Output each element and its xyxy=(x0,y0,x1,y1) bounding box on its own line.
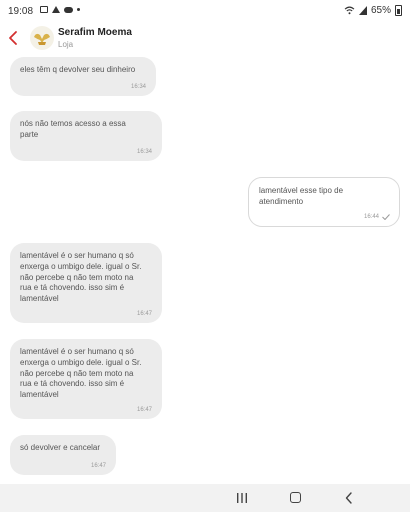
message-text: lamentável é o ser humano q só enxerga o… xyxy=(20,347,142,400)
message-text: nós não temos acesso a essa parte xyxy=(20,119,126,139)
wifi-icon xyxy=(344,6,355,15)
chat-header: Serafim Moema Loja xyxy=(0,24,410,54)
store-logo-icon xyxy=(34,33,50,45)
status-time: 19:08 xyxy=(8,6,34,17)
more-notifications-icon xyxy=(77,8,80,11)
check-icon xyxy=(382,214,390,220)
message-text: lamentável é o ser humano q só enxerga o… xyxy=(20,251,142,304)
message-bubble[interactable]: lamentável é o ser humano q só enxerga o… xyxy=(10,243,162,323)
home-icon[interactable] xyxy=(290,492,301,503)
message-time: 16:47 xyxy=(136,406,152,413)
status-right: 65% xyxy=(344,5,402,16)
message-time: 16:34 xyxy=(136,148,152,155)
message-bubble[interactable]: lamentável é o ser humano q só enxerga o… xyxy=(10,339,162,419)
alert-notification-icon xyxy=(52,6,60,13)
cloud-notification-icon xyxy=(64,6,73,13)
message-time: 16:34 xyxy=(130,83,146,90)
message-time: 16:47 xyxy=(90,462,106,469)
contact-subtitle: Loja xyxy=(58,40,74,49)
notification-icons xyxy=(40,6,80,13)
message-bubble[interactable]: nós não temos acesso a essa parte 16:34 xyxy=(10,111,162,161)
battery-percent: 65% xyxy=(370,5,391,16)
message-bubble[interactable]: lamentável esse tipo de atendimento 16:4… xyxy=(248,177,400,227)
recent-apps-icon[interactable] xyxy=(236,493,248,503)
message-text: lamentável esse tipo de atendimento xyxy=(259,186,344,206)
nav-back-icon[interactable] xyxy=(345,492,353,504)
message-bubble[interactable]: eles têm q devolver seu dinheiro 16:34 xyxy=(10,57,156,96)
message-text: só devolver e cancelar xyxy=(20,443,101,452)
signal-icon xyxy=(358,6,367,15)
battery-icon xyxy=(395,5,402,16)
message-time: 16:44 xyxy=(363,213,379,220)
avatar[interactable] xyxy=(30,26,54,50)
navigation-bar xyxy=(0,484,410,512)
gallery-notification-icon xyxy=(40,6,48,13)
contact-name[interactable]: Serafim Moema xyxy=(58,27,132,38)
status-bar: 19:08 65% xyxy=(0,0,410,24)
message-time: 16:47 xyxy=(136,310,152,317)
back-arrow-icon[interactable] xyxy=(6,29,20,47)
message-bubble[interactable]: só devolver e cancelar 16:47 xyxy=(10,435,116,475)
message-text: eles têm q devolver seu dinheiro xyxy=(20,65,136,74)
